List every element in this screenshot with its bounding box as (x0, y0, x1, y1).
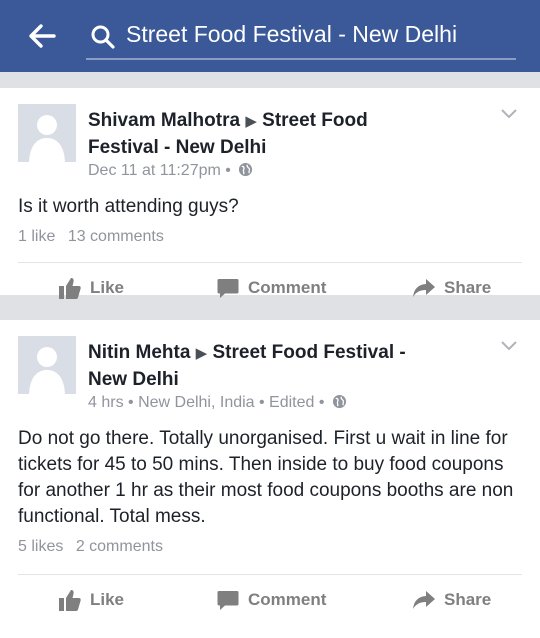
share-icon (413, 591, 435, 609)
post-meta: Dec 11 at 11:27pm • (88, 162, 253, 180)
like-icon (59, 590, 81, 611)
comment-count[interactable]: 2 comments (76, 538, 163, 555)
share-label: Share (444, 278, 492, 297)
share-icon (413, 279, 435, 297)
like-button[interactable]: Like (58, 577, 124, 623)
like-label: Like (90, 590, 125, 609)
author-name[interactable]: Nitin Mehta (88, 342, 190, 363)
like-icon (59, 278, 81, 299)
back-arrow-icon[interactable] (24, 18, 60, 54)
avatar-placeholder-icon (18, 336, 76, 394)
divider (18, 262, 522, 263)
post-actions: Like Comment Share (0, 265, 540, 311)
avatar-placeholder-icon (18, 104, 76, 162)
share-button[interactable]: Share (412, 265, 491, 311)
posted-to-arrow-icon: ▶ (245, 113, 257, 130)
like-count[interactable]: 1 like (18, 228, 55, 245)
post-meta: 4 hrs • New Delhi, India • Edited • (88, 394, 347, 412)
globe-icon (239, 162, 253, 177)
share-button[interactable]: Share (412, 577, 491, 623)
avatar[interactable] (18, 336, 76, 394)
comment-icon (217, 279, 239, 298)
comment-label: Comment (248, 590, 327, 609)
post-card: Shivam Malhotra ▶ Street Food Festival -… (0, 88, 540, 299)
post-timestamp[interactable]: Dec 11 at 11:27pm • (88, 162, 231, 179)
post-stats: 1 like 13 comments (18, 228, 172, 246)
comment-button[interactable]: Comment (216, 265, 326, 311)
post-actions: Like Comment Share (0, 577, 540, 623)
globe-icon (332, 394, 346, 409)
search-query[interactable]: Street Food Festival - New Delhi (126, 21, 457, 48)
posted-to-arrow-icon: ▶ (195, 345, 208, 362)
avatar[interactable] (18, 104, 76, 162)
like-button[interactable]: Like (58, 265, 124, 311)
search-bar[interactable]: Street Food Festival - New Delhi (86, 12, 516, 60)
author-name[interactable]: Shivam Malhotra (88, 110, 240, 131)
search-icon (91, 25, 115, 49)
divider (18, 574, 522, 575)
post-text: Do not go there. Totally unorganised. Fi… (18, 428, 514, 527)
post-header-title: Nitin Mehta ▶ Street Food Festival - New… (88, 340, 418, 393)
share-label: Share (444, 590, 492, 609)
post-timestamp[interactable]: 4 hrs • New Delhi, India • Edited • (88, 394, 324, 411)
comment-button[interactable]: Comment (216, 577, 326, 623)
like-label: Like (90, 278, 125, 297)
like-count[interactable]: 5 likes (18, 538, 63, 555)
post-header-title: Shivam Malhotra ▶ Street Food Festival -… (88, 108, 418, 161)
comment-icon (217, 591, 239, 610)
post-card: Nitin Mehta ▶ Street Food Festival - New… (0, 320, 540, 638)
post-text: Is it worth attending guys? (18, 196, 239, 217)
comment-label: Comment (248, 278, 327, 297)
chevron-down-icon[interactable] (500, 340, 518, 352)
top-app-bar: Street Food Festival - New Delhi (0, 0, 540, 72)
post-stats: 5 likes 2 comments (18, 538, 171, 556)
comment-count[interactable]: 13 comments (68, 228, 164, 245)
chevron-down-icon[interactable] (500, 108, 518, 120)
